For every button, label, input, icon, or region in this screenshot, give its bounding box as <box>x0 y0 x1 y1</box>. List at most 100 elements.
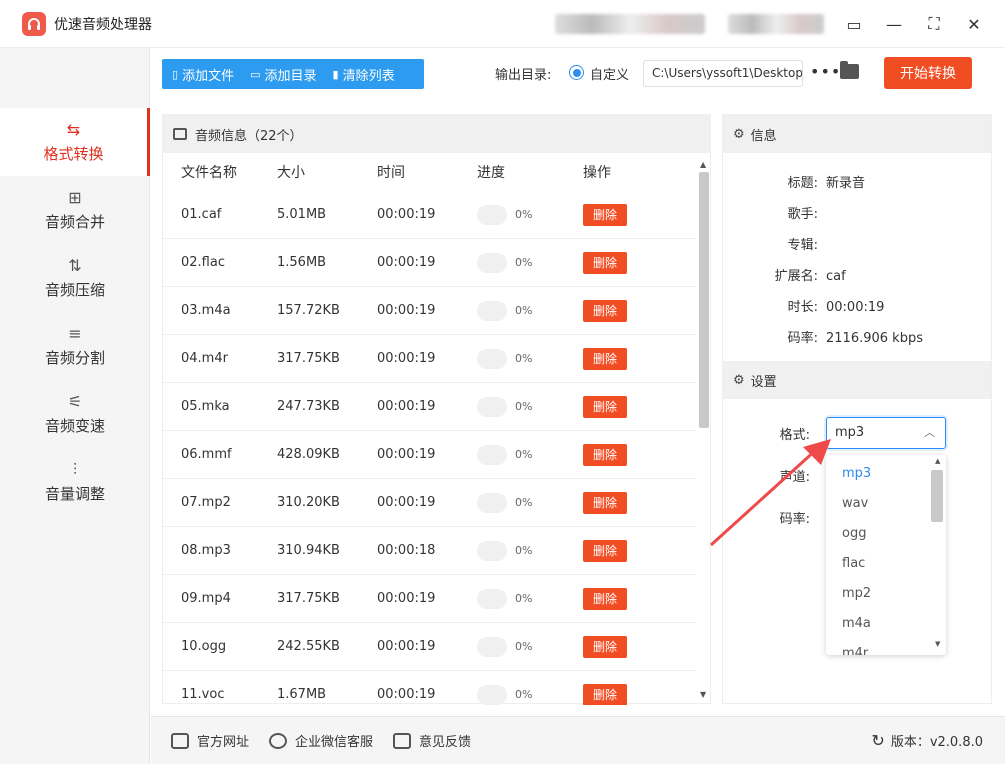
format-option-flac[interactable]: flac <box>826 549 946 579</box>
format-select[interactable]: mp3 ︿ <box>826 417 946 449</box>
gear-icon: ⚙ <box>733 126 745 142</box>
format-option-ogg[interactable]: ogg <box>826 519 946 549</box>
sidebar-item-audio-split[interactable]: ≡ 音频分割 <box>0 312 150 380</box>
table-row[interactable]: 07.mp2 310.20KB 00:00:19 0% 删除 <box>163 479 695 527</box>
merge-icon: ⊞ <box>68 187 82 207</box>
open-folder-icon[interactable] <box>840 61 859 79</box>
delete-button[interactable]: 删除 <box>583 299 627 322</box>
table-row[interactable]: 02.flac 1.56MB 00:00:19 0% 删除 <box>163 239 695 287</box>
sidebar-item-audio-compress[interactable]: ⇅ 音频压缩 <box>0 244 150 312</box>
progress-percent: 0% <box>515 688 533 701</box>
table-row[interactable]: 08.mp3 310.94KB 00:00:18 0% 删除 <box>163 527 695 575</box>
progress-cell: 0% <box>477 396 583 417</box>
add-directory-button[interactable]: ▭ 添加目录 <box>250 65 316 84</box>
progress-cell: 0% <box>477 444 583 465</box>
wechat-support-link[interactable]: 企业微信客服 <box>269 731 373 750</box>
delete-button[interactable]: 删除 <box>583 587 627 610</box>
file-size: 157.72KB <box>277 303 340 318</box>
action-cell: 删除 <box>583 347 683 370</box>
volume-icon: ⫶ <box>72 459 77 479</box>
speed-icon: ⚟ <box>67 391 83 411</box>
sidebar-item-audio-merge[interactable]: ⊞ 音频合并 <box>0 176 150 244</box>
format-option-mp2[interactable]: mp2 <box>826 579 946 609</box>
progress-cell: 0% <box>477 252 583 273</box>
feedback-link[interactable]: 意见反馈 <box>393 731 471 750</box>
delete-button[interactable]: 删除 <box>583 251 627 274</box>
output-path-input[interactable]: C:\Users\yssoft1\Desktop <box>643 60 803 87</box>
action-cell: 删除 <box>583 203 683 226</box>
add-directory-label: 添加目录 <box>264 68 317 84</box>
info-duration-row: 时长: 00:00:19 <box>758 296 885 315</box>
list-scrollbar[interactable] <box>699 172 709 428</box>
clear-list-label: 清除列表 <box>342 68 395 84</box>
add-file-button[interactable]: ▯ 添加文件 <box>172 65 234 84</box>
dropdown-scrollbar[interactable] <box>931 470 943 522</box>
scroll-up-icon[interactable]: ▲ <box>700 160 706 169</box>
dropdown-scroll-down-icon[interactable]: ▼ <box>935 640 940 648</box>
close-button[interactable]: ✕ <box>962 12 986 36</box>
official-website-link[interactable]: 官方网址 <box>171 731 249 750</box>
clear-list-button[interactable]: ▮ 清除列表 <box>333 65 395 84</box>
delete-button[interactable]: 删除 <box>583 683 627 705</box>
minimize-button[interactable]: — <box>882 12 906 36</box>
info-title-value: 新录音 <box>826 176 866 191</box>
custom-radio-label[interactable]: 自定义 <box>590 64 629 83</box>
delete-button[interactable]: 删除 <box>583 347 627 370</box>
image-icon <box>173 128 187 140</box>
progress-percent: 0% <box>515 304 533 317</box>
file-duration: 00:00:19 <box>377 303 436 318</box>
info-title-label: 标题: <box>787 176 818 191</box>
info-bitrate-row: 码率: 2116.906 kbps <box>758 327 923 346</box>
table-row[interactable]: 05.mka 247.73KB 00:00:19 0% 删除 <box>163 383 695 431</box>
file-name: 02.flac <box>181 255 225 270</box>
table-row[interactable]: 04.m4r 317.75KB 00:00:19 0% 删除 <box>163 335 695 383</box>
delete-button[interactable]: 删除 <box>583 395 627 418</box>
delete-button[interactable]: 删除 <box>583 635 627 658</box>
file-duration: 00:00:19 <box>377 207 436 222</box>
table-row[interactable]: 09.mp4 317.75KB 00:00:19 0% 删除 <box>163 575 695 623</box>
delete-button[interactable]: 删除 <box>583 491 627 514</box>
table-row[interactable]: 01.caf 5.01MB 00:00:19 0% 删除 <box>163 191 695 239</box>
maximize-button[interactable]: ⛶ <box>922 12 946 36</box>
delete-button[interactable]: 删除 <box>583 203 627 226</box>
sidebar-item-label: 音频变速 <box>44 416 105 435</box>
table-row[interactable]: 11.voc 1.67MB 00:00:19 0% 删除 <box>163 671 695 705</box>
gear-icon: ⚙ <box>733 372 745 388</box>
file-size: 1.67MB <box>277 687 327 702</box>
sidebar-item-label: 音量调整 <box>44 484 105 503</box>
file-size: 317.75KB <box>277 351 340 366</box>
audio-list-rows: 01.caf 5.01MB 00:00:19 0% 删除 02.flac 1.56MB 00:… <box>163 191 695 705</box>
format-option-mp3[interactable]: mp3 <box>826 459 946 489</box>
more-options-button[interactable]: ••• <box>810 62 841 81</box>
sidebar-item-audio-speed[interactable]: ⚟ 音频变速 <box>0 380 150 448</box>
sidebar-item-volume-adjust[interactable]: ⫶ 音量调整 <box>0 448 150 516</box>
format-option-wav[interactable]: wav <box>826 489 946 519</box>
sidebar-item-format-convert[interactable]: ⇆ 格式转换 <box>0 108 150 176</box>
table-row[interactable]: 06.mmf 428.09KB 00:00:19 0% 删除 <box>163 431 695 479</box>
app-logo-icon <box>22 11 46 36</box>
table-row[interactable]: 03.m4a 157.72KB 00:00:19 0% 删除 <box>163 287 695 335</box>
toolbar: ▯ 添加文件 ▭ 添加目录 ▮ 清除列表 <box>162 59 424 89</box>
table-row[interactable]: 10.ogg 242.55KB 00:00:19 0% 删除 <box>163 623 695 671</box>
settings-section-header: ⚙ 设置 <box>723 361 991 399</box>
custom-radio[interactable] <box>569 65 584 80</box>
format-option-m4r[interactable]: m4r <box>826 639 946 655</box>
info-album-row: 专辑: <box>758 234 826 253</box>
progress-cell: 0% <box>477 588 583 609</box>
progress-bar <box>477 588 507 609</box>
start-convert-button[interactable]: 开始转换 <box>884 57 972 89</box>
dropdown-scroll-up-icon[interactable]: ▲ <box>935 457 940 465</box>
progress-percent: 0% <box>515 400 533 413</box>
delete-button[interactable]: 删除 <box>583 443 627 466</box>
add-file-label: 添加文件 <box>182 68 235 84</box>
version-info[interactable]: ↻ 版本：v2.0.8.0 <box>871 731 983 750</box>
website-icon <box>171 732 189 749</box>
file-duration: 00:00:19 <box>377 447 436 462</box>
info-duration-label: 时长: <box>787 300 818 315</box>
file-name: 08.mp3 <box>181 543 231 558</box>
delete-button[interactable]: 删除 <box>583 539 627 562</box>
format-option-m4a[interactable]: m4a <box>826 609 946 639</box>
scroll-down-icon[interactable]: ▼ <box>700 690 706 699</box>
wechat-icon <box>269 732 288 749</box>
pin-icon[interactable]: ▭ <box>842 12 866 36</box>
